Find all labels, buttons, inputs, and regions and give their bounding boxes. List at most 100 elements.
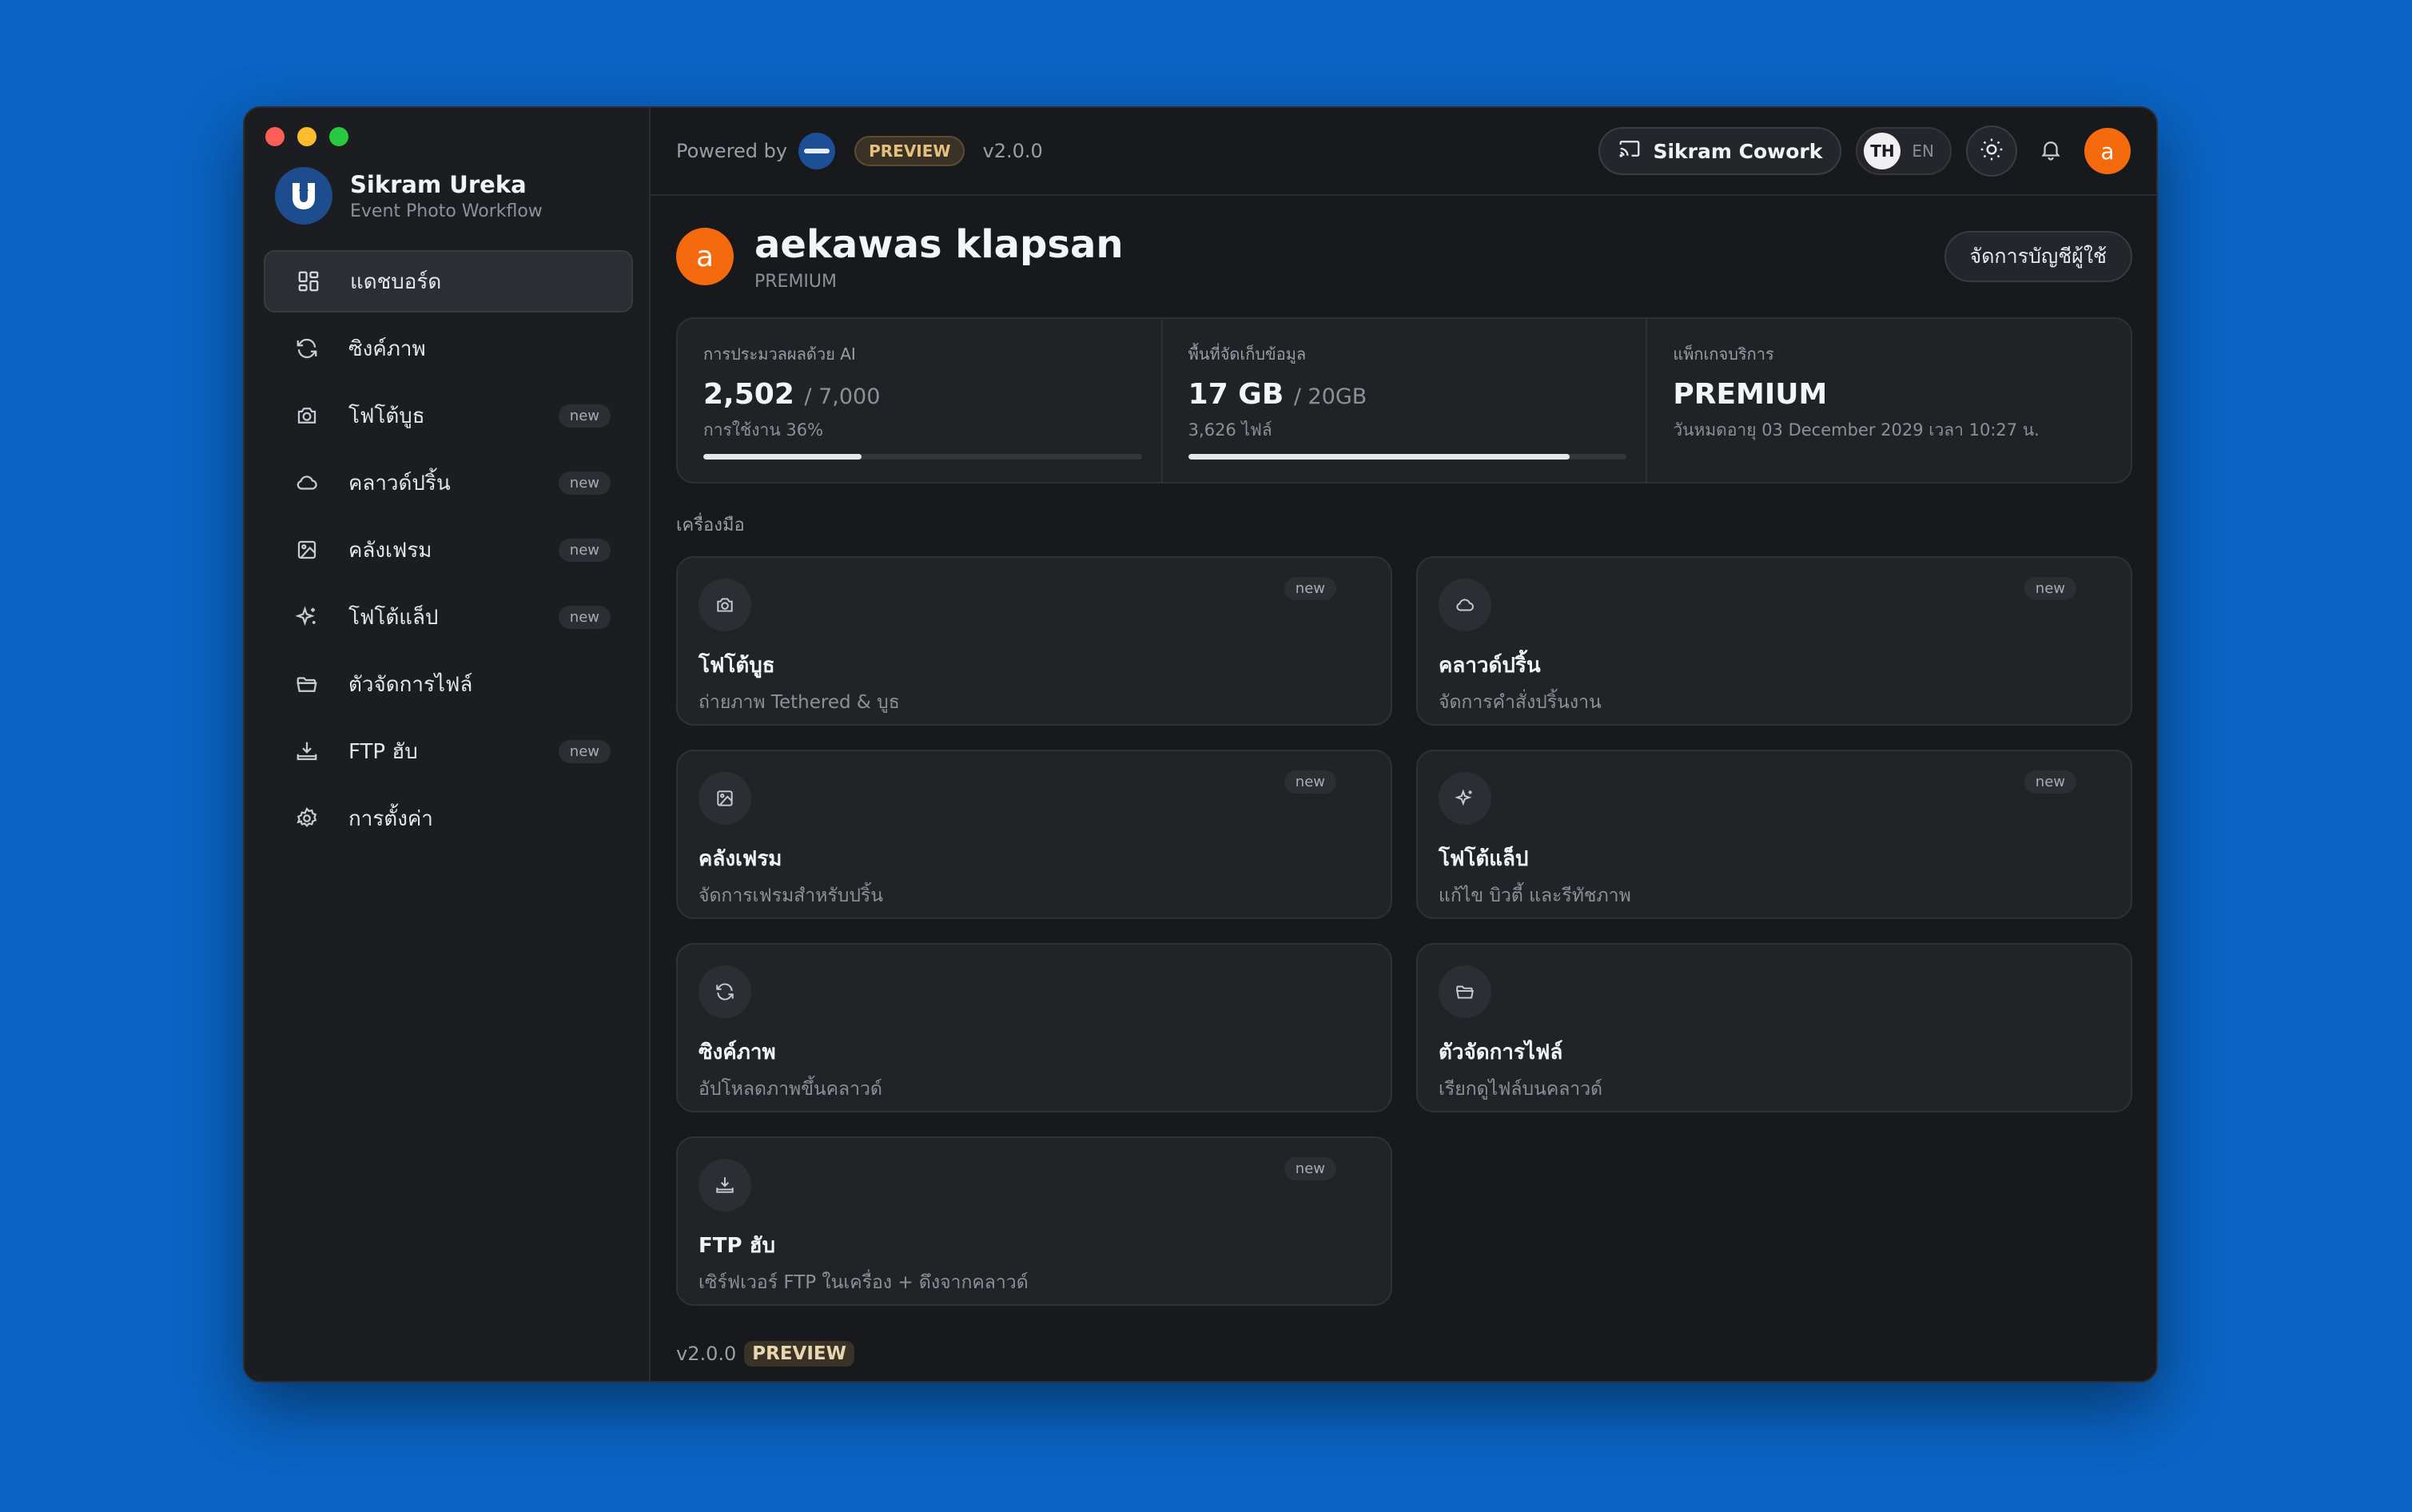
main-area: Powered by PREVIEW v2.0.0 Sikram Cowork …	[651, 108, 2156, 1381]
cloud-icon	[1439, 579, 1491, 631]
close-window-button[interactable]	[265, 127, 285, 146]
progress-fill	[1188, 454, 1570, 460]
stat-ai-processing: การประมวลผลด้วย AI 2,502 / 7,000 การใช้ง…	[678, 319, 1161, 482]
dashboard-content: a aekawas klapsan PREMIUM จัดการบัญชีผู้…	[676, 217, 2132, 1306]
sidebar-item-photo-lab[interactable]: โฟโต้แล็ป new	[264, 586, 633, 648]
app-subtitle: Event Photo Workflow	[350, 201, 543, 221]
tool-card-file-manager[interactable]: ตัวจัดการไฟล์ เรียกดูไฟล์บนคลาวด์	[1416, 943, 2132, 1112]
stat-label: พื้นที่จัดเก็บข้อมูล	[1188, 344, 1307, 364]
notifications-button[interactable]	[2032, 132, 2070, 170]
stat-package: แพ็กเกจบริการ PREMIUM วันหมดอายุ 03 Dece…	[1646, 319, 2131, 482]
tool-desc: เซิร์ฟเวอร์ FTP ในเครื่อง + ดึงจากคลาวด์	[699, 1272, 1029, 1293]
tool-title: คลังเฟรม	[699, 847, 782, 871]
cowork-button[interactable]: Sikram Cowork	[1598, 127, 1842, 175]
minimize-window-button[interactable]	[297, 127, 316, 146]
lang-en-button[interactable]: EN	[1909, 141, 1944, 161]
sidebar-item-file-manager[interactable]: ตัวจัดการไฟล์	[264, 653, 633, 715]
sidebar-item-settings[interactable]: การตั้งค่า	[264, 787, 633, 850]
topbar: Powered by PREVIEW v2.0.0 Sikram Cowork …	[651, 108, 2156, 196]
stat-value: PREMIUM	[1673, 378, 1828, 411]
tool-card-cloud-print[interactable]: new คลาวด์ปริ้น จัดการคำสั่งปริ้นงาน	[1416, 556, 2132, 726]
stat-sub: การใช้งาน 36%	[703, 420, 824, 440]
new-badge: new	[558, 471, 611, 495]
sidebar-item-sync[interactable]: ซิงค์ภาพ	[264, 317, 633, 380]
user-name: aekawas klapsan	[754, 221, 1124, 267]
tool-title: โฟโต้บูธ	[699, 654, 775, 678]
new-badge: new	[558, 404, 611, 428]
cloud-icon	[293, 468, 321, 497]
tool-card-photobooth[interactable]: new โฟโต้บูธ ถ่ายภาพ Tethered & บูธ	[676, 556, 1392, 726]
download-tray-icon	[293, 737, 321, 766]
sidebar-item-ftp-hub[interactable]: FTP ฮับ new	[264, 720, 633, 782]
lang-th-button[interactable]: TH	[1864, 133, 1901, 169]
sikram-logo-icon	[798, 133, 836, 169]
tool-card-ftp-hub[interactable]: new FTP ฮับ เซิร์ฟเวอร์ FTP ในเครื่อง + …	[676, 1136, 1392, 1306]
sidebar-item-cloud-print[interactable]: คลาวด์ปริ้น new	[264, 452, 633, 514]
language-toggle: TH EN	[1856, 127, 1952, 175]
stat-value: 2,502 / 7,000	[703, 378, 1136, 411]
new-badge: new	[2024, 770, 2076, 794]
tool-title: ซิงค์ภาพ	[699, 1040, 776, 1064]
tool-card-frame-library[interactable]: new คลังเฟรม จัดการเฟรมสำหรับปริ้น	[676, 750, 1392, 919]
sync-icon	[699, 965, 751, 1018]
sidebar-item-label: โฟโต้แล็ป	[348, 605, 439, 630]
footer-version: v2.0.0 PREVIEW	[676, 1341, 854, 1367]
window-controls	[265, 127, 348, 146]
app-name: Sikram Ureka	[350, 170, 527, 198]
brand-logo-icon	[275, 167, 332, 225]
tool-card-photo-lab[interactable]: new โฟโต้แล็ป แก้ไข บิวตี้ และรีทัชภาพ	[1416, 750, 2132, 919]
sidebar-item-frame-library[interactable]: คลังเฟรม new	[264, 519, 633, 581]
theme-toggle-button[interactable]	[1966, 125, 2017, 177]
brand: Sikram Ureka Event Photo Workflow	[275, 167, 543, 225]
stat-sub: วันหมดอายุ 03 December 2029 เวลา 10:27 น…	[1673, 420, 2040, 440]
bell-icon	[2039, 137, 2063, 165]
sidebar-item-label: การตั้งค่า	[348, 806, 433, 831]
progress-bar	[703, 454, 1142, 460]
new-badge: new	[558, 605, 611, 629]
tools-section-title: เครื่องมือ	[676, 515, 745, 535]
image-icon	[699, 772, 751, 825]
stat-value-total: / 20GB	[1293, 384, 1367, 409]
user-avatar-button[interactable]: a	[2084, 128, 2131, 174]
tool-desc: อัปโหลดภาพขึ้นคลาวด์	[699, 1079, 882, 1100]
image-icon	[293, 535, 321, 564]
sun-icon	[1979, 137, 2004, 165]
tool-card-sync[interactable]: ซิงค์ภาพ อัปโหลดภาพขึ้นคลาวด์	[676, 943, 1392, 1112]
dashboard-icon	[294, 267, 323, 296]
tool-desc: เรียกดูไฟล์บนคลาวด์	[1439, 1079, 1603, 1100]
tool-title: คลาวด์ปริ้น	[1439, 654, 1541, 678]
download-tray-icon	[699, 1159, 751, 1212]
stats-card: การประมวลผลด้วย AI 2,502 / 7,000 การใช้ง…	[676, 317, 2132, 483]
tool-title: ตัวจัดการไฟล์	[1439, 1040, 1563, 1064]
tool-title: โฟโต้แล็ป	[1439, 847, 1529, 871]
new-badge: new	[2024, 577, 2076, 600]
camera-icon	[293, 401, 321, 430]
maximize-window-button[interactable]	[329, 127, 348, 146]
cowork-label: Sikram Cowork	[1653, 139, 1823, 163]
sidebar-item-dashboard[interactable]: แดชบอร์ด	[264, 250, 633, 312]
camera-icon	[699, 579, 751, 631]
sidebar-item-label: แดชบอร์ด	[350, 269, 442, 294]
tool-desc: จัดการเฟรมสำหรับปริ้น	[699, 885, 884, 906]
profile-header: a aekawas klapsan PREMIUM จัดการบัญชีผู้…	[676, 217, 2132, 296]
sidebar-item-label: FTP ฮับ	[348, 739, 418, 764]
sidebar-item-label: คลาวด์ปริ้น	[348, 471, 451, 495]
new-badge: new	[558, 538, 611, 562]
footer-preview-badge: PREVIEW	[744, 1341, 854, 1367]
new-badge: new	[558, 739, 611, 763]
progress-bar	[1188, 454, 1627, 460]
sidebar-item-photobooth[interactable]: โฟโต้บูธ new	[264, 384, 633, 447]
new-badge: new	[1284, 577, 1336, 600]
cast-icon	[1618, 137, 1642, 165]
footer-version-label: v2.0.0	[676, 1343, 737, 1365]
sidebar: Sikram Ureka Event Photo Workflow แดชบอร…	[245, 108, 651, 1381]
manage-account-button[interactable]: จัดการบัญชีผู้ใช้	[1944, 231, 2132, 282]
stat-label: การประมวลผลด้วย AI	[703, 344, 856, 364]
stat-value-number: 2,502	[703, 378, 794, 411]
topbar-actions: Sikram Cowork TH EN a	[1598, 125, 2131, 177]
stat-storage: พื้นที่จัดเก็บข้อมูล 17 GB / 20GB 3,626 …	[1160, 319, 1646, 482]
progress-fill	[703, 454, 862, 460]
folder-icon	[293, 670, 321, 698]
stat-label: แพ็กเกจบริการ	[1673, 344, 1774, 364]
powered-by-label: Powered by	[676, 140, 788, 162]
